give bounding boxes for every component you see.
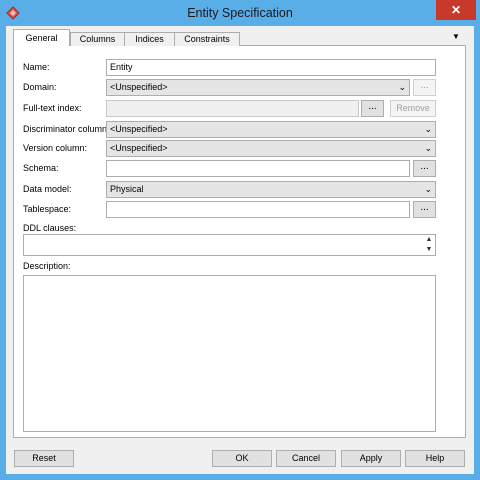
domain-browse-button[interactable]: ... [413,79,436,96]
schema-browse-button[interactable]: ... [413,160,436,177]
ddl-clauses-label: DDL clauses: [23,223,77,233]
spin-up-icon[interactable]: ▲ [424,235,434,244]
window-title: Entity Specification [187,6,293,20]
cancel-button[interactable]: Cancel [276,450,336,467]
description-field[interactable] [23,275,436,432]
apply-button[interactable]: Apply [341,450,401,467]
fulltext-index-browse-button[interactable]: ... [361,100,384,117]
schema-field[interactable] [106,160,410,177]
close-button[interactable]: ✕ [436,0,476,20]
chevron-down-icon: ⌄ [424,143,432,153]
chevron-down-icon: ⌄ [424,124,432,134]
version-column-value: <Unspecified> [110,143,168,153]
tablespace-field[interactable] [106,201,410,218]
discriminator-column-select[interactable]: <Unspecified> ⌄ [106,121,436,138]
version-column-label: Version column: [23,143,88,153]
reset-button[interactable]: Reset [14,450,74,467]
fulltext-index-field[interactable] [106,100,359,117]
schema-label: Schema: [23,163,59,173]
fulltext-index-label: Full-text index: [23,103,82,113]
data-model-label: Data model: [23,184,72,194]
spin-down-icon[interactable]: ▼ [424,245,434,254]
version-column-select[interactable]: <Unspecified> ⌄ [106,140,436,157]
tab-indices[interactable]: Indices [124,32,175,46]
domain-select-value: <Unspecified> [110,82,168,92]
chevron-down-icon: ⌄ [398,82,406,92]
tablespace-browse-button[interactable]: ... [413,201,436,218]
tab-general[interactable]: General [13,29,70,47]
help-button[interactable]: Help [405,450,465,467]
chevron-down-icon: ⌄ [424,184,432,194]
discriminator-column-label: Discriminator column: [23,124,110,134]
discriminator-column-value: <Unspecified> [110,124,168,134]
description-label: Description: [23,261,71,271]
tablespace-label: Tablespace: [23,204,72,214]
ok-button[interactable]: OK [212,450,272,467]
ddl-clauses-field[interactable] [23,234,436,256]
name-field[interactable]: Entity [106,59,436,76]
data-model-value: Physical [110,184,144,194]
close-icon: ✕ [450,3,462,17]
name-label: Name: [23,62,50,72]
data-model-select[interactable]: Physical ⌄ [106,181,436,198]
domain-label: Domain: [23,82,57,92]
fulltext-index-remove-button[interactable]: Remove [390,100,436,117]
tab-overflow-chevron-down-icon[interactable]: ▼ [449,31,463,43]
tab-columns[interactable]: Columns [70,32,125,46]
domain-select[interactable]: <Unspecified> ⌄ [106,79,410,96]
tab-constraints[interactable]: Constraints [174,32,240,46]
